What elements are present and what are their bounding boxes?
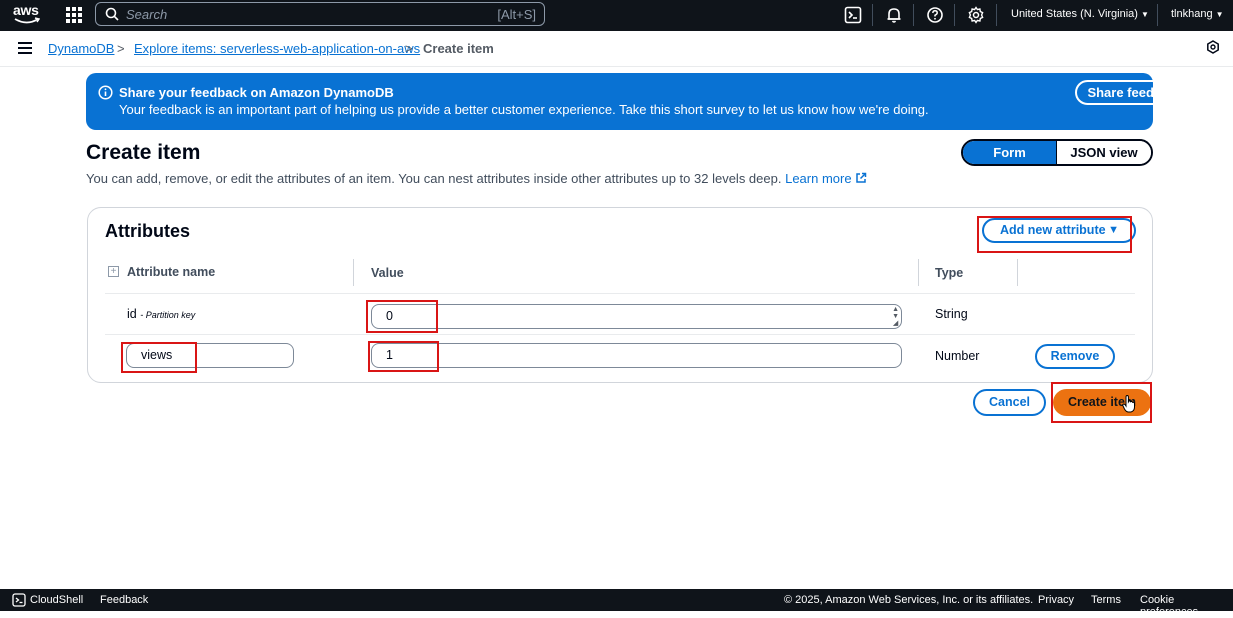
page-description: You can add, remove, or edit the attribu… bbox=[86, 171, 867, 186]
account-name: tlnkhang bbox=[1171, 8, 1213, 20]
attribute-name-id: id bbox=[127, 307, 137, 321]
expand-all-icon[interactable]: + bbox=[108, 266, 119, 277]
highlight-box bbox=[121, 342, 197, 373]
close-icon[interactable] bbox=[1210, 85, 1224, 99]
cloudshell-icon[interactable] bbox=[12, 593, 26, 607]
cookie-preferences-link[interactable]: Cookie preferences bbox=[1140, 594, 1233, 618]
search-placeholder: Search bbox=[126, 7, 168, 22]
attributes-title: Attributes bbox=[105, 221, 190, 241]
search-icon bbox=[105, 7, 119, 21]
account-caret-icon: ▼ bbox=[1215, 10, 1224, 19]
learn-more-label: Learn more bbox=[785, 171, 852, 186]
type-string: String bbox=[935, 307, 968, 321]
page-title: Create item bbox=[86, 141, 201, 164]
copyright-text: © 2025, Amazon Web Services, Inc. or its… bbox=[784, 594, 1034, 606]
banner-description: Your feedback is an important part of he… bbox=[119, 102, 929, 117]
chevron-right-icon: > bbox=[405, 41, 413, 56]
attributes-panel: Attributes Add new attribute ▼ + Attribut… bbox=[87, 207, 1153, 383]
column-header-value: Value bbox=[371, 266, 404, 280]
help-icon[interactable] bbox=[926, 6, 944, 24]
resize-handle-icon[interactable]: ▲ ▼ ◢ bbox=[892, 306, 899, 327]
cancel-button[interactable]: Cancel bbox=[973, 389, 1046, 416]
highlight-box bbox=[368, 341, 439, 372]
footer: CloudShell Feedback © 2025, Amazon Web S… bbox=[0, 589, 1233, 618]
info-icon bbox=[98, 85, 113, 100]
feedback-banner: Share your feedback on Amazon DynamoDB Y… bbox=[86, 73, 1223, 130]
hand-cursor-icon bbox=[1122, 395, 1135, 413]
privacy-link[interactable]: Privacy bbox=[1038, 594, 1074, 606]
gear-icon[interactable] bbox=[967, 6, 985, 24]
feedback-link[interactable]: Feedback bbox=[100, 594, 148, 606]
region-caret-icon: ▼ bbox=[1140, 10, 1149, 19]
partition-key-label: - Partition key bbox=[140, 310, 196, 320]
external-link-icon bbox=[856, 172, 867, 183]
cloudshell-icon[interactable] bbox=[844, 6, 862, 24]
account-menu[interactable]: tlnkhang ▼ bbox=[1171, 8, 1224, 20]
top-navigation-bar: aws Search [Alt+S] United States (N. Vir… bbox=[0, 0, 1233, 31]
breadcrumb-current: Create item bbox=[423, 41, 494, 56]
services-grid-icon[interactable] bbox=[66, 7, 82, 23]
column-header-type: Type bbox=[935, 266, 964, 280]
breadcrumb-bar: DynamoDB > Explore items: serverless-web… bbox=[0, 31, 1233, 67]
form-view-button[interactable]: Form bbox=[963, 141, 1058, 164]
region-label: United States (N. Virginia) bbox=[1011, 8, 1138, 20]
bell-icon[interactable] bbox=[885, 6, 903, 24]
chevron-right-icon: > bbox=[117, 41, 125, 56]
type-number: Number bbox=[935, 349, 980, 363]
table-row: id - Partition key bbox=[127, 307, 195, 321]
json-view-button[interactable]: JSON view bbox=[1057, 141, 1151, 164]
breadcrumb-explore-items[interactable]: Explore items: serverless-web-applicatio… bbox=[134, 41, 420, 56]
cloudshell-link[interactable]: CloudShell bbox=[30, 594, 83, 606]
aws-logo-text: aws bbox=[13, 2, 39, 18]
menu-icon[interactable] bbox=[18, 42, 32, 54]
value-input-id[interactable]: 0 ▲ ▼ ◢ bbox=[371, 304, 902, 329]
highlight-box bbox=[366, 300, 438, 333]
banner-title: Share your feedback on Amazon DynamoDB bbox=[119, 85, 394, 100]
search-input[interactable]: Search [Alt+S] bbox=[95, 2, 545, 26]
remove-button[interactable]: Remove bbox=[1035, 344, 1115, 369]
aws-logo[interactable]: aws bbox=[13, 3, 41, 27]
learn-more-link[interactable]: Learn more bbox=[785, 171, 867, 186]
terms-link[interactable]: Terms bbox=[1091, 594, 1121, 606]
breadcrumb-dynamodb[interactable]: DynamoDB bbox=[48, 41, 114, 56]
page-settings-icon[interactable] bbox=[1206, 40, 1220, 54]
value-input-views[interactable]: 1 bbox=[371, 343, 902, 368]
search-shortcut: [Alt+S] bbox=[497, 7, 536, 22]
share-feedback-button[interactable]: Share feedback bbox=[1075, 80, 1196, 105]
view-toggle: Form JSON view bbox=[961, 139, 1153, 166]
page-description-text: You can add, remove, or edit the attribu… bbox=[86, 171, 782, 186]
highlight-box bbox=[977, 216, 1132, 253]
highlight-box bbox=[1051, 382, 1152, 423]
column-header-attribute-name: Attribute name bbox=[127, 265, 216, 279]
region-selector[interactable]: United States (N. Virginia) ▼ bbox=[1011, 8, 1149, 20]
aws-smile-icon bbox=[14, 17, 40, 24]
